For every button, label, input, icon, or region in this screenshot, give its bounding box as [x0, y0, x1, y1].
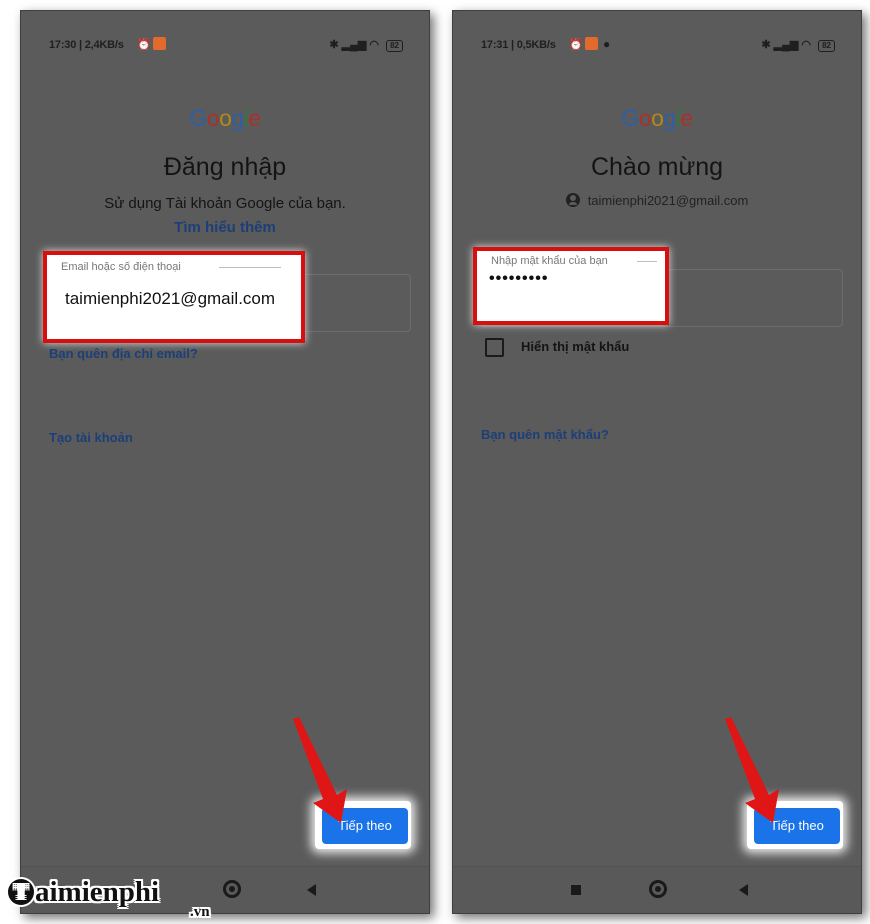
status-bar: 17:30 | 2,4KB/s ⏰ ✱ ▂▄▆ ◠ 82 [41, 37, 409, 55]
battery-icon: 82 [386, 40, 403, 52]
watermark-tld: .vn [190, 904, 210, 920]
recents-square-icon[interactable] [571, 885, 581, 895]
watermark-brand: aimienphi [35, 876, 160, 908]
signin-screen: 17:30 | 2,4KB/s ⏰ ✱ ▂▄▆ ◠ 82 Google Đăng… [20, 10, 430, 914]
alarm-icon: ⏰ [569, 39, 583, 51]
signal-icon: ▂▄▆ [341, 39, 367, 51]
notification-icon [153, 37, 166, 50]
show-password-label[interactable]: Hiển thị mật khẩu [521, 339, 629, 354]
wifi-icon: ◠ [369, 39, 380, 51]
account-chip[interactable]: taimienphi2021@gmail.com [453, 193, 861, 208]
google-logo: Google [621, 105, 693, 131]
email-field-label: Email hoặc số điện thoại [61, 261, 181, 273]
watermark-logo-letter: T [8, 879, 34, 905]
navigation-bar [453, 866, 861, 913]
red-arrow-icon [293, 717, 347, 823]
password-field-value[interactable]: ••••••••• [489, 270, 548, 288]
page-title: Chào mừng [590, 153, 724, 181]
label-line [219, 267, 281, 268]
email-field[interactable]: Email hoặc số điện thoại taimienphi2021@… [43, 251, 305, 343]
password-screen: 17:31 | 0,5KB/s ⏰ ● ✱ ▂▄▆ ◠ 82 Google Ch… [452, 10, 862, 914]
email-field-value[interactable]: taimienphi2021@gmail.com [65, 289, 275, 309]
home-circle-icon[interactable] [223, 880, 241, 898]
bluetooth-icon: ✱ [761, 39, 771, 51]
signal-icon: ▂▄▆ [773, 39, 799, 51]
wifi-icon: ◠ [801, 39, 812, 51]
status-icons: ✱ ▂▄▆ ◠ 82 [329, 38, 403, 52]
password-field[interactable]: Nhập mật khẩu của bạn ••••••••• [473, 247, 669, 325]
forgot-password-link[interactable]: Bạn quên mật khẩu? [481, 427, 609, 442]
page-subtitle: Sử dụng Tài khoản Google của bạn. [104, 195, 346, 212]
google-logo: Google [189, 105, 261, 131]
learn-more-link[interactable]: Tìm hiểu thêm [21, 219, 429, 236]
notification-icon [585, 37, 598, 50]
red-arrow-icon [725, 717, 779, 823]
alarm-icon: ⏰ [137, 39, 151, 51]
battery-icon: 82 [818, 40, 835, 52]
back-triangle-icon[interactable] [739, 884, 748, 896]
bluetooth-icon: ✱ [329, 39, 339, 51]
account-circle-icon [565, 193, 580, 207]
status-time: 17:31 | 0,5KB/s [481, 39, 556, 51]
status-bar: 17:31 | 0,5KB/s ⏰ ● ✱ ▂▄▆ ◠ 82 [473, 37, 841, 55]
forgot-email-link[interactable]: Bạn quên địa chỉ email? [49, 346, 198, 361]
show-password-checkbox[interactable] [485, 338, 504, 357]
label-line [637, 261, 657, 262]
back-triangle-icon[interactable] [307, 884, 316, 896]
status-icons: ✱ ▂▄▆ ◠ 82 [761, 38, 835, 52]
account-email: taimienphi2021@gmail.com [587, 193, 749, 208]
watermark-logo: Taimienphi .vn [8, 876, 210, 920]
create-account-link[interactable]: Tạo tài khoản [49, 430, 133, 445]
page-title: Đăng nhập [163, 153, 287, 181]
password-field-label: Nhập mật khẩu của bạn [491, 255, 608, 267]
home-circle-icon[interactable] [649, 880, 667, 898]
status-time: 17:30 | 2,4KB/s [49, 39, 124, 51]
messenger-icon: ● [603, 37, 611, 51]
